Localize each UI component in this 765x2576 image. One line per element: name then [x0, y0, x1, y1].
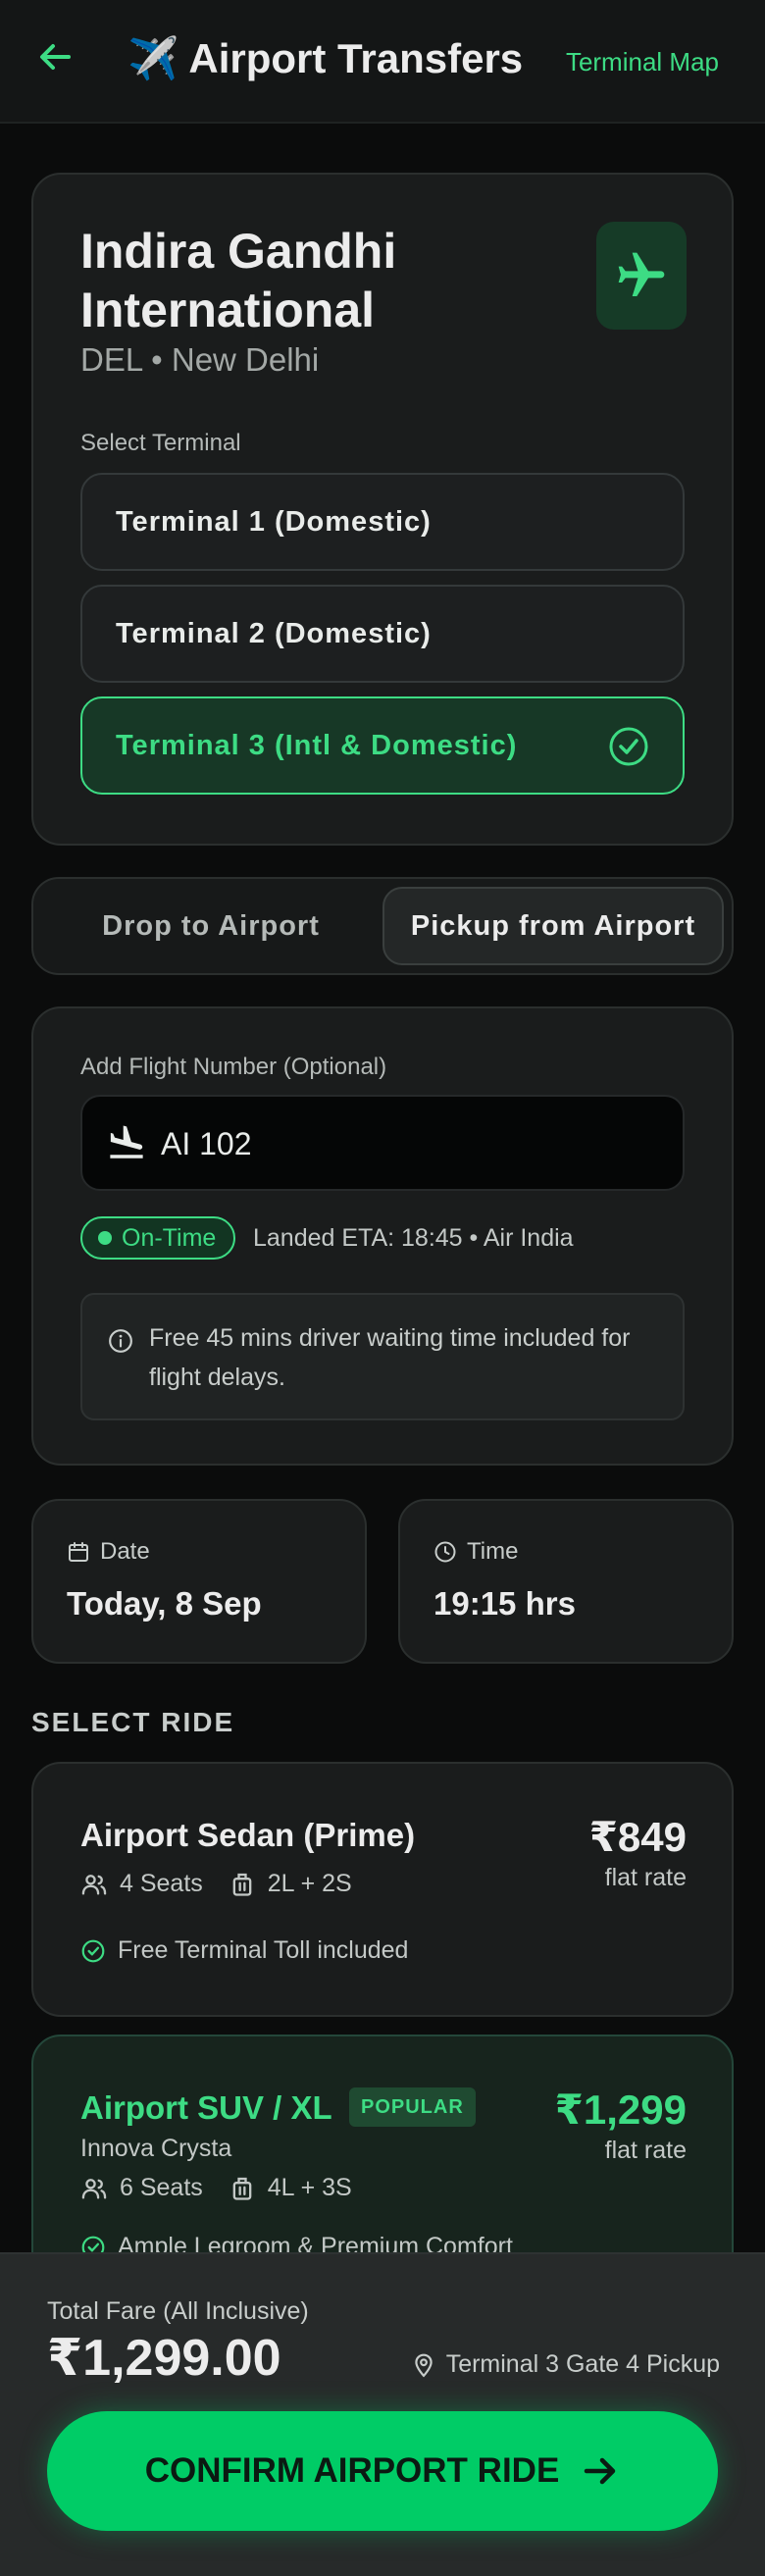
users-icon: [81, 1874, 107, 1894]
luggage-icon: [232, 2177, 252, 2200]
flight-status-text: On-Time: [122, 1224, 217, 1252]
select-terminal-label: Select Terminal: [80, 430, 241, 456]
airport-code-city: DEL • New Delhi: [80, 341, 320, 378]
airport-card: Indira Gandhi International DEL • New De…: [31, 173, 734, 846]
date-label: Date: [100, 1538, 150, 1565]
time-label: Time: [467, 1538, 519, 1565]
time-value: 19:15 hrs: [434, 1585, 576, 1622]
map-pin-icon: [415, 2353, 433, 2377]
status-dot: [98, 1231, 112, 1245]
seats-text: 6 Seats: [120, 2174, 203, 2201]
terminal-option-label: Terminal 2 (Domestic): [116, 617, 432, 649]
confirm-ride-button[interactable]: CONFIRM AIRPORT RIDE: [47, 2411, 718, 2531]
ride-price-unit: flat rate: [604, 2137, 687, 2164]
ride-price: ₹1,299: [554, 2087, 687, 2133]
ride-price: ₹849: [588, 1814, 687, 1860]
seats-text: 4 Seats: [120, 1870, 203, 1897]
flight-eta: Landed ETA: 18:45 • Air India: [253, 1224, 574, 1252]
flight-number-input[interactable]: AI 102: [80, 1095, 685, 1191]
back-arrow-icon[interactable]: [35, 37, 75, 77]
drop-to-airport-tab[interactable]: Drop to Airport: [41, 887, 381, 965]
flight-status-badge: On-Time: [80, 1216, 236, 1260]
ride-capacity: 4 Seats 2L + 2S: [80, 1870, 352, 1898]
luggage-icon: [232, 1873, 252, 1896]
pickup-location-text: Terminal 3 Gate 4 Pickup: [445, 2350, 720, 2378]
ride-price-unit: flat rate: [604, 1864, 687, 1891]
clock-icon: [434, 1541, 456, 1563]
confirm-ride-label: CONFIRM AIRPORT RIDE: [144, 2451, 560, 2490]
terminal-option-1[interactable]: Terminal 1 (Domestic): [80, 473, 685, 571]
terminal-map-link[interactable]: Terminal Map: [566, 47, 719, 77]
calendar-icon: [69, 1542, 88, 1562]
ride-name: Airport SUV / XL: [80, 2089, 332, 2126]
luggage-text: 4L + 3S: [267, 2174, 352, 2201]
app-header: ✈️ Airport Transfers Terminal Map: [0, 0, 765, 124]
pickup-location: Terminal 3 Gate 4 Pickup: [411, 2350, 720, 2379]
time-picker[interactable]: Time 19:15 hrs: [398, 1499, 734, 1664]
airplane-icon: [618, 252, 665, 296]
flight-landing-icon: [110, 1125, 143, 1159]
check-circle-icon: [81, 1939, 105, 1962]
select-ride-heading: SELECT RIDE: [31, 1707, 235, 1737]
airport-name: Indira Gandhi International: [80, 224, 397, 337]
checkout-footer: Total Fare (All Inclusive) ₹1,299.00 Ter…: [0, 2252, 765, 2576]
total-fare-label: Total Fare (All Inclusive): [47, 2297, 309, 2325]
flight-card: Add Flight Number (Optional) AI 102 On-T…: [31, 1006, 734, 1466]
popular-badge: POPULAR: [349, 2087, 476, 2127]
ride-feature: Free Terminal Toll included: [80, 1936, 408, 1965]
waiting-time-text: Free 45 mins driver waiting time include…: [149, 1324, 631, 1391]
date-value: Today, 8 Sep: [67, 1585, 262, 1622]
luggage-text: 2L + 2S: [267, 1870, 352, 1897]
airport-badge: [596, 222, 687, 330]
users-icon: [81, 2178, 107, 2198]
page-title: ✈️ Airport Transfers: [128, 35, 524, 81]
flight-number-value: AI 102: [161, 1126, 252, 1161]
terminal-option-2[interactable]: Terminal 2 (Domestic): [80, 585, 685, 683]
ride-option-suv[interactable]: Airport SUV / XL POPULAR Innova Crysta 6…: [31, 2035, 734, 2290]
feature-text: Free Terminal Toll included: [118, 1936, 409, 1964]
waiting-time-info: Free 45 mins driver waiting time include…: [80, 1293, 685, 1420]
pickup-from-airport-tab[interactable]: Pickup from Airport: [382, 887, 724, 965]
ride-option-sedan[interactable]: Airport Sedan (Prime) 4 Seats 2L + 2S Fr…: [31, 1762, 734, 2017]
terminal-option-3[interactable]: Terminal 3 (Intl & Domestic): [80, 696, 685, 795]
check-circle-icon: [609, 727, 648, 766]
info-icon: [109, 1329, 132, 1353]
date-picker[interactable]: Date Today, 8 Sep: [31, 1499, 367, 1664]
ride-capacity: 6 Seats 4L + 3S: [80, 2174, 352, 2202]
terminal-option-label: Terminal 1 (Domestic): [116, 505, 432, 538]
ride-model: Innova Crysta: [80, 2135, 232, 2162]
trip-mode-toggle: Drop to Airport Pickup from Airport: [31, 877, 734, 975]
arrow-right-icon: [585, 2457, 616, 2485]
terminal-option-label: Terminal 3 (Intl & Domestic): [116, 729, 518, 761]
total-fare-value: ₹1,299.00: [47, 2330, 281, 2387]
flight-number-label: Add Flight Number (Optional): [80, 1054, 387, 1080]
ride-name: Airport Sedan (Prime): [80, 1817, 416, 1853]
